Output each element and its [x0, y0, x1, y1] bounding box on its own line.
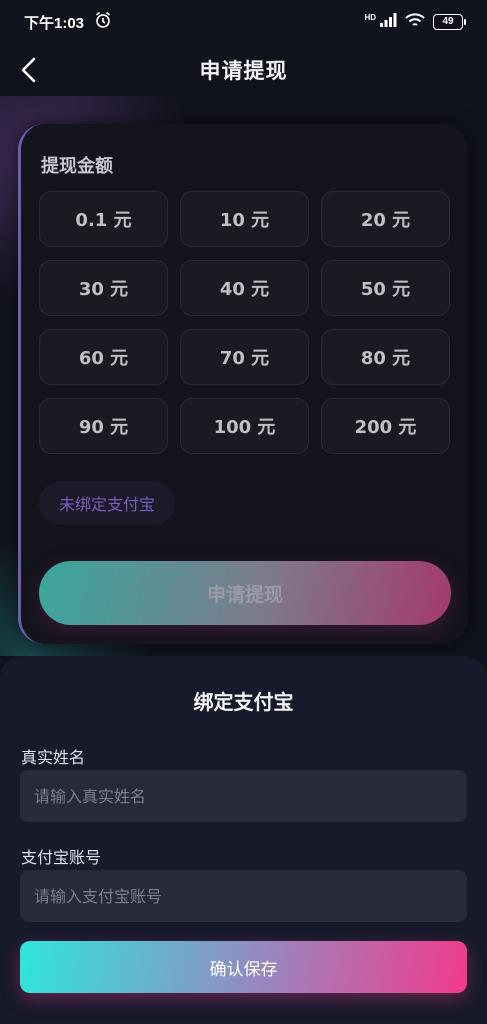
amount-option[interactable]: 30 元 [39, 260, 168, 316]
back-button[interactable] [14, 54, 46, 86]
amount-option[interactable]: 80 元 [321, 329, 450, 385]
real-name-input[interactable] [20, 770, 467, 822]
alarm-icon [94, 11, 112, 33]
nav-bar: 申请提现 [0, 44, 487, 96]
amount-option[interactable]: 100 元 [180, 398, 309, 454]
real-name-label: 真实姓名 [21, 748, 86, 767]
bind-panel-title: 绑定支付宝 [193, 690, 294, 714]
wifi-icon [405, 12, 425, 32]
page-title: 申请提现 [199, 59, 288, 83]
bind-alipay-panel: 绑定支付宝 真实姓名 支付宝账号 确认保存 [0, 656, 487, 1024]
status-time: 下午1:03 [24, 14, 85, 32]
withdraw-card: 提现金额 0.1 元 10 元 20 元 30 元 40 元 50 元 60 元… [18, 124, 468, 644]
confirm-save-button[interactable]: 确认保存 [20, 941, 467, 993]
battery-icon: 49 [433, 14, 466, 30]
amount-option[interactable]: 50 元 [321, 260, 450, 316]
chevron-left-icon [21, 57, 36, 83]
amount-option[interactable]: 40 元 [180, 260, 309, 316]
alipay-account-input[interactable] [20, 870, 467, 922]
amount-option[interactable]: 200 元 [321, 398, 450, 454]
amount-option[interactable]: 90 元 [39, 398, 168, 454]
unbound-alipay-badge[interactable]: 未绑定支付宝 [39, 481, 176, 525]
amount-option[interactable]: 0.1 元 [39, 191, 168, 247]
amount-section-label: 提现金额 [41, 156, 113, 177]
amount-option[interactable]: 60 元 [39, 329, 168, 385]
signal-icon [379, 13, 397, 31]
alipay-account-label: 支付宝账号 [21, 848, 102, 867]
amount-option[interactable]: 20 元 [321, 191, 450, 247]
status-bar: 下午1:03 HD 49 [0, 0, 487, 44]
amount-option[interactable]: 70 元 [180, 329, 309, 385]
amount-grid: 0.1 元 10 元 20 元 30 元 40 元 50 元 60 元 70 元… [39, 191, 453, 454]
apply-withdraw-button[interactable]: 申请提现 [39, 561, 451, 625]
network-type-label: HD [364, 12, 376, 22]
amount-option[interactable]: 10 元 [180, 191, 309, 247]
